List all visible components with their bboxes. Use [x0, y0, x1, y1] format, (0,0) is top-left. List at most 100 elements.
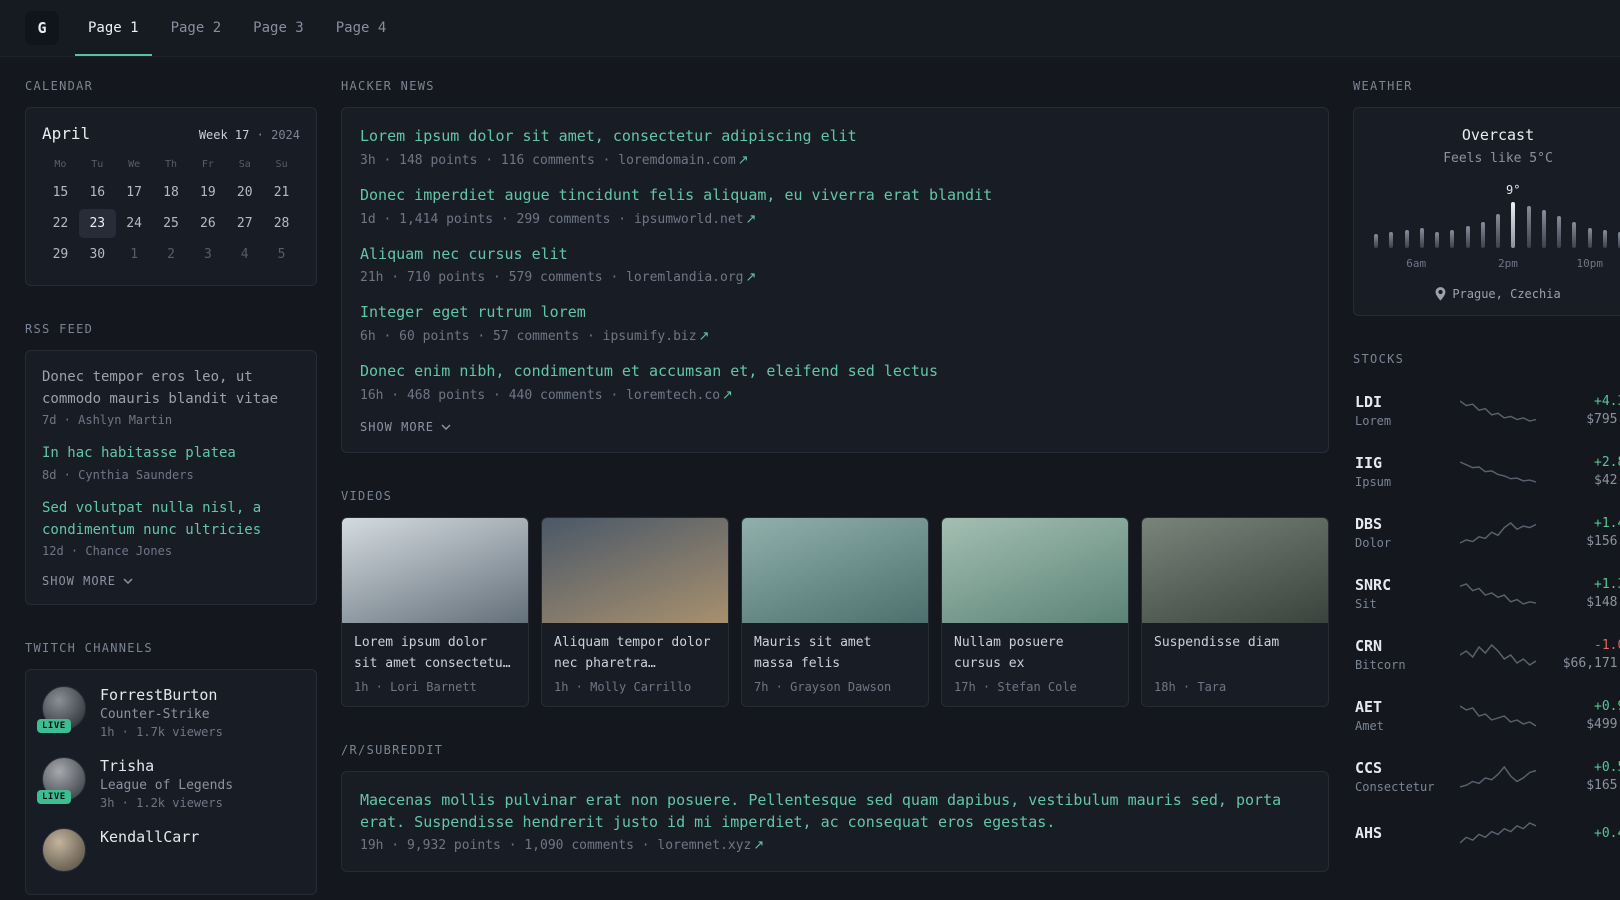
top-nav: G Page 1 Page 2 Page 3 Page 4: [0, 0, 1620, 57]
calendar-days: 15 16 17 18 19 20 21 22 23 24 25 26 27 2…: [42, 178, 300, 269]
middle-column: HACKER NEWS Lorem ipsum dolor sit amet, …: [341, 79, 1329, 900]
video-card[interactable]: Nullam posuere cursus ex 17h · Stefan Co…: [941, 516, 1129, 707]
calendar-day[interactable]: 15: [42, 178, 79, 207]
video-card[interactable]: Aliquam tempor dolor nec pharetra… 1h · …: [541, 516, 729, 707]
video-meta: 7h · Grayson Dawson: [754, 679, 892, 694]
rss-item-meta: 7d · Ashlyn Martin: [42, 413, 173, 428]
twitch-channel-row[interactable]: LIVE ForrestBurton Counter-Strike 1h · 1…: [37, 686, 300, 739]
calendar-day[interactable]: 25: [153, 209, 190, 238]
app-logo[interactable]: G: [25, 11, 59, 45]
calendar-day[interactable]: 2: [153, 240, 190, 269]
calendar-day[interactable]: 5: [263, 240, 300, 269]
rss-list: Donec tempor eros leo, ut commodo mauris…: [42, 367, 300, 558]
live-badge: LIVE: [37, 719, 71, 734]
weather-bar: [1465, 226, 1470, 248]
video-card[interactable]: Lorem ipsum dolor sit amet consectetu… 1…: [341, 516, 529, 707]
page-tab[interactable]: Page 2: [158, 0, 235, 56]
stock-row[interactable]: CCS Consectetur +0.51% $165.84: [1353, 746, 1620, 807]
twitch-channel-row[interactable]: LIVE Trisha League of Legends 3h · 1.2k …: [37, 757, 300, 810]
hn-item-link[interactable]: Donec enim nibh, condimentum et accumsan…: [360, 361, 1310, 383]
stock-row[interactable]: CRN Bitcorn -1.00% $66,171.48: [1353, 624, 1620, 685]
day-of-week-label: Fr: [201, 159, 214, 170]
calendar-day[interactable]: 17: [116, 178, 153, 207]
video-meta: 17h · Stefan Cole: [954, 679, 1077, 694]
video-card[interactable]: Mauris sit amet massa felis 7h · Grayson…: [741, 516, 929, 707]
hn-item-link[interactable]: Aliquam nec cursus elit: [360, 244, 1310, 266]
calendar-day[interactable]: 26: [189, 209, 226, 238]
stock-row[interactable]: LDI Lorem +4.35% $795.18: [1353, 380, 1620, 441]
reddit-post-domain-link[interactable]: loremnet.xyz ↗: [657, 838, 764, 853]
hn-item-link[interactable]: Lorem ipsum dolor sit amet, consectetur …: [360, 126, 1310, 148]
video-card-body: Mauris sit amet massa felis 7h · Grayson…: [742, 623, 928, 706]
channel-game: League of Legends: [100, 778, 234, 794]
videos-section-title: VIDEOS: [341, 488, 393, 503]
stock-sparkline: [1460, 582, 1536, 605]
channel-info: KendallCarr: [100, 828, 199, 846]
videos-row: Lorem ipsum dolor sit amet consectetu… 1…: [341, 516, 1329, 707]
page-tab[interactable]: Page 3: [240, 0, 317, 56]
hacker-news-section-title: HACKER NEWS: [341, 79, 435, 93]
stock-row[interactable]: IIG Ipsum +2.84% $42.04: [1353, 441, 1620, 502]
rss-item-link[interactable]: Sed volutpat nulla nisl, a condimentum n…: [42, 498, 300, 541]
rss-item-meta: 12d · Chance Jones: [42, 544, 173, 559]
hn-item-meta: 6h · 60 points · 57 comments · ipsumify.…: [360, 329, 1310, 344]
calendar-day[interactable]: 18: [153, 178, 190, 207]
stock-row[interactable]: DBS Dolor +1.42% $156.28: [1353, 502, 1620, 563]
calendar-day[interactable]: 23: [78, 209, 116, 238]
hn-item-link[interactable]: Donec imperdiet augue tincidunt felis al…: [360, 185, 1310, 207]
calendar-day[interactable]: 22: [42, 209, 79, 238]
calendar-day[interactable]: 19: [189, 178, 226, 207]
stock-change: +1.36%: [1594, 577, 1620, 592]
hn-item-domain-link[interactable]: loremdomain.com ↗: [618, 153, 748, 168]
weather-time-label: 10pm: [1576, 257, 1604, 270]
calendar-day[interactable]: 28: [263, 209, 300, 238]
video-card[interactable]: Suspendisse diam 18h · Tara: [1141, 516, 1329, 707]
stock-price: $148.64: [1586, 595, 1620, 610]
rss-item: Sed volutpat nulla nisl, a condimentum n…: [42, 498, 300, 558]
hn-item-stats: 6h · 60 points · 57 comments ·: [360, 329, 603, 344]
weather-bar: [1496, 214, 1500, 248]
calendar-day[interactable]: 30: [79, 240, 116, 269]
calendar-day[interactable]: 3: [189, 240, 226, 269]
stock-sparkline: [1460, 643, 1536, 666]
hn-item-domain-link[interactable]: ipsumify.biz ↗: [603, 329, 710, 344]
video-thumbnail: [942, 517, 1128, 623]
rss-show-more-button[interactable]: SHOW MORE: [42, 574, 133, 588]
calendar-day[interactable]: 1: [116, 240, 153, 269]
weather-bar: [1450, 230, 1455, 248]
hn-item-link[interactable]: Integer eget rutrum lorem: [360, 302, 1310, 324]
hn-show-more-button[interactable]: SHOW MORE: [360, 420, 451, 434]
hn-item-domain-link[interactable]: ipsumworld.net ↗: [634, 212, 756, 227]
rss-item-link[interactable]: Donec tempor eros leo, ut commodo mauris…: [42, 367, 300, 410]
weather-widget: Overcast Feels like 5°C 9° 6am 2pm 10pm Pr…: [1353, 107, 1620, 316]
rss-item-link[interactable]: In hac habitasse platea: [42, 443, 300, 465]
reddit-post-meta: 19h · 9,932 points · 1,090 comments · lo…: [360, 838, 1310, 853]
video-thumbnail: [1142, 517, 1328, 623]
stock-row[interactable]: SNRC Sit +1.36% $148.64: [1353, 563, 1620, 624]
stock-row[interactable]: AHS +0.46%: [1353, 807, 1620, 859]
weather-condition: Overcast: [1461, 126, 1535, 144]
calendar-day[interactable]: 29: [42, 240, 79, 269]
calendar-day[interactable]: 16: [79, 178, 116, 207]
reddit-post-link[interactable]: Maecenas mollis pulvinar erat non posuer…: [360, 790, 1310, 834]
channel-name: ForrestBurton: [100, 686, 218, 705]
hn-item-domain-link[interactable]: loremlandia.org ↗: [626, 270, 756, 285]
weather-location: Prague, Czechia: [1370, 287, 1620, 301]
calendar-day[interactable]: 21: [263, 178, 300, 207]
weather-bar: [1602, 230, 1607, 248]
weather-bar: [1557, 216, 1561, 248]
page-tab[interactable]: Page 4: [323, 0, 400, 56]
stock-name: Lorem: [1355, 414, 1392, 428]
stock-row[interactable]: AET Amet +0.92% $499.72: [1353, 685, 1620, 746]
calendar-day[interactable]: 24: [116, 209, 153, 238]
stocks-section-title: STOCKS: [1353, 352, 1405, 366]
twitch-channel-row[interactable]: KendallCarr: [42, 828, 300, 873]
day-of-week-label: Mo: [54, 159, 67, 170]
calendar-day[interactable]: 4: [226, 240, 263, 269]
hn-item-domain-link[interactable]: loremtech.co ↗: [626, 388, 733, 403]
calendar-day[interactable]: 27: [226, 209, 263, 238]
stock-price: $499.72: [1586, 717, 1620, 732]
show-more-label: SHOW MORE: [360, 419, 435, 434]
page-tab[interactable]: Page 1: [75, 0, 152, 56]
calendar-day[interactable]: 20: [226, 178, 263, 207]
